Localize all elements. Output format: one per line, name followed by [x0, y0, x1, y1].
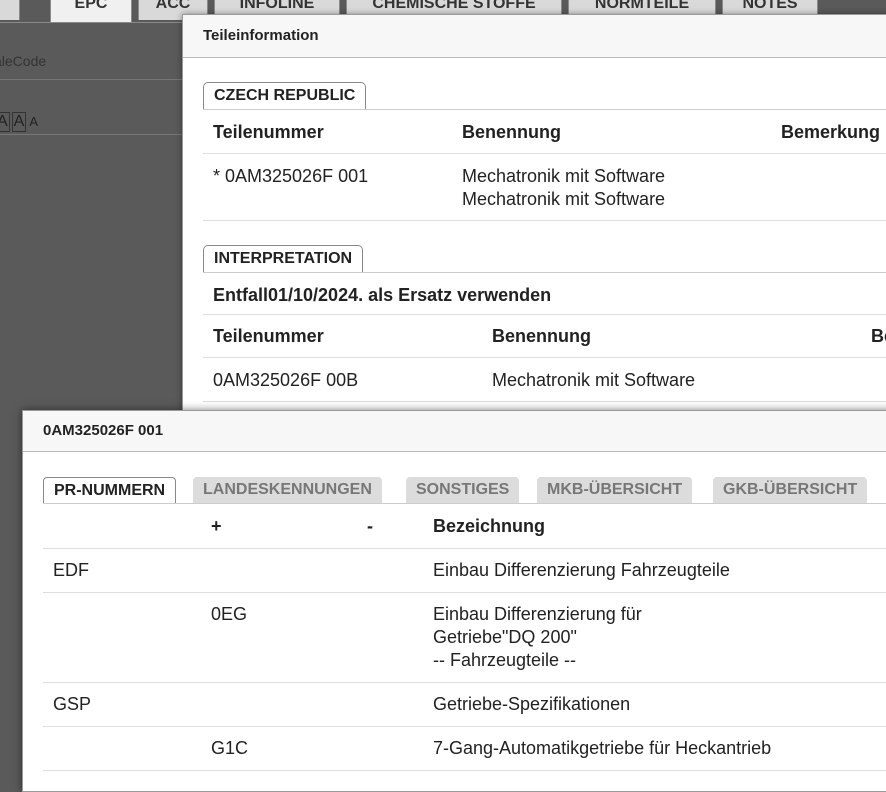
- pr-number: G1C: [211, 738, 249, 758]
- column-header-part-number: Teilenummer: [213, 122, 324, 142]
- font-increase-button[interactable]: A: [11, 112, 27, 132]
- divider: [43, 770, 886, 771]
- column-header-description: Bezeichnung: [433, 516, 546, 536]
- pr-description: 7-Gang-Automatikgetriebe für Heckantrieb: [433, 738, 772, 758]
- tab-epc[interactable]: EPC: [50, 0, 132, 22]
- pr-family: GSP: [53, 694, 92, 714]
- font-size-controls: AAA: [0, 112, 41, 132]
- divider: [203, 153, 886, 154]
- section-label-interpretation: INTERPRETATION: [203, 245, 364, 272]
- divider: [203, 314, 886, 315]
- pr-description: Getriebe"DQ 200": [433, 627, 577, 647]
- divider: [203, 357, 886, 358]
- part-number: * 0AM325026F 001: [213, 166, 369, 186]
- tab-gkb-uebersicht[interactable]: GKB-ÜBERSICHT: [713, 477, 868, 503]
- column-header-plus: +: [211, 516, 222, 536]
- part-name: Mechatronik mit Software: [462, 166, 666, 186]
- divider: [43, 592, 886, 593]
- divider: [43, 548, 886, 549]
- dialog-title: 0AM325026F 001: [23, 411, 886, 452]
- divider: [203, 272, 886, 273]
- font-size-button[interactable]: A: [0, 112, 10, 132]
- pr-description: Einbau Differenzierung für: [433, 604, 642, 624]
- part-number: 0AM325026F 00B: [213, 370, 359, 390]
- part-detail-dialog: 0AM325026F 001 PR-NUMMERN LANDESKENNUNGE…: [22, 410, 886, 792]
- tab-mkb-uebersicht[interactable]: MKB-ÜBERSICHT: [537, 477, 693, 503]
- column-header-part-number: Teilenummer: [213, 326, 324, 346]
- tab-pr-nummern[interactable]: PR-NUMMERN: [43, 477, 177, 503]
- column-header-remark: Bemerkung: [781, 122, 881, 142]
- column-header-minus: -: [367, 516, 373, 536]
- background-divider: [0, 134, 190, 135]
- dialog-title: Teileinformation: [183, 15, 886, 58]
- parts-info-dialog: Teileinformation CZECH REPUBLIC Teilenum…: [182, 14, 886, 436]
- pr-description: -- Fahrzeugteile --: [433, 650, 577, 670]
- divider: [43, 682, 886, 683]
- background-search-input[interactable]: aleCode: [0, 42, 194, 80]
- divider: [43, 726, 886, 727]
- section-label-country: CZECH REPUBLIC: [203, 82, 367, 109]
- column-header-remark: Be: [871, 326, 886, 346]
- pr-family: EDF: [53, 560, 89, 580]
- pr-description: Einbau Differenzierung Fahrzeugteile: [433, 560, 730, 580]
- tab-landeskennungen[interactable]: LANDESKENNUNGEN: [193, 477, 382, 503]
- divider: [203, 109, 886, 110]
- column-header-name: Benennung: [462, 122, 561, 142]
- column-header-name: Benennung: [492, 326, 591, 346]
- pr-number: 0EG: [211, 604, 248, 624]
- part-name: Mechatronik mit Software: [492, 370, 696, 390]
- divider: [43, 503, 886, 504]
- interpretation-note: Entfall01/10/2024. als Ersatz verwenden: [213, 285, 552, 305]
- tab-sonstiges[interactable]: SONSTIGES: [406, 477, 520, 503]
- divider: [203, 220, 886, 221]
- tab-epc-bg-edge[interactable]: [0, 0, 20, 20]
- divider: [203, 401, 886, 402]
- pr-description: Getriebe-Spezifikationen: [433, 694, 631, 714]
- font-decrease-button[interactable]: A: [28, 113, 39, 131]
- part-name: Mechatronik mit Software: [462, 189, 666, 209]
